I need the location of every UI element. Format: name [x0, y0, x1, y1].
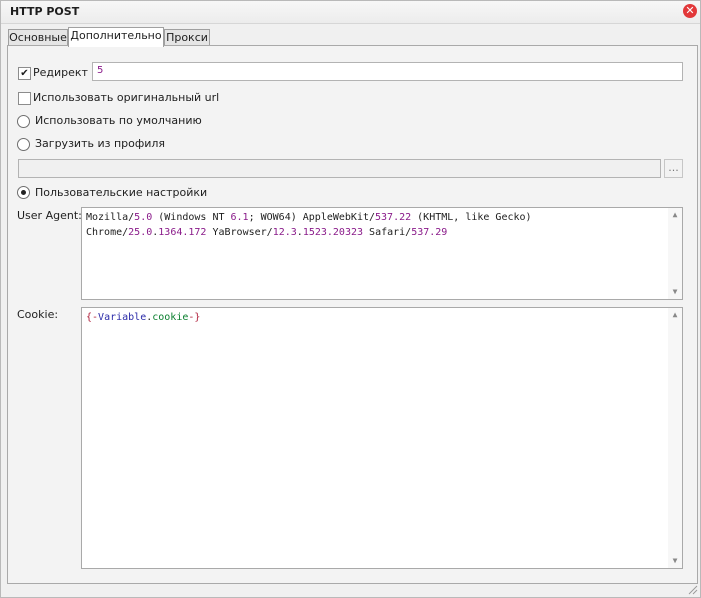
redirect-label: Редирект — [33, 66, 88, 79]
browse-profile-button[interactable]: ... — [664, 159, 683, 178]
redirect-count-value: 5 — [97, 65, 104, 76]
title-bar: HTTP POST ✕ — [1, 1, 700, 24]
user-agent-value: Mozilla/5.0 (Windows NT 6.1; WOW64) Appl… — [86, 212, 532, 238]
chevron-up-icon[interactable]: ▲ — [669, 210, 681, 220]
user-agent-label: User Agent: — [17, 209, 82, 222]
tab-basic[interactable]: Основные — [8, 29, 68, 46]
http-post-dialog: HTTP POST ✕ Основные Дополнительно Прокс… — [0, 0, 701, 598]
close-icon[interactable]: ✕ — [683, 4, 697, 18]
chevron-down-icon[interactable]: ▼ — [669, 287, 681, 297]
redirect-count-input[interactable]: 5 — [92, 62, 683, 81]
cookie-textarea[interactable]: {-Variable.cookie-} ▲ ▼ — [81, 307, 683, 569]
radio-load-from-profile-label: Загрузить из профиля — [35, 137, 166, 150]
radio-load-from-profile[interactable] — [17, 138, 30, 151]
chevron-down-icon[interactable]: ▼ — [669, 556, 681, 566]
chevron-up-icon[interactable]: ▲ — [669, 310, 681, 320]
radio-default-label: Использовать по умолчанию — [35, 114, 202, 127]
user-agent-textarea[interactable]: Mozilla/5.0 (Windows NT 6.1; WOW64) Appl… — [81, 207, 683, 300]
cookie-label: Cookie: — [17, 308, 59, 321]
use-original-url-label: Использовать оригинальный url — [33, 91, 220, 104]
cookie-scrollbar[interactable]: ▲ ▼ — [668, 308, 682, 568]
profile-path-input[interactable] — [18, 159, 661, 178]
cookie-value: {-Variable.cookie-} — [86, 312, 201, 323]
redirect-checkbox[interactable]: ✔ — [18, 67, 31, 80]
window-title: HTTP POST — [10, 5, 80, 18]
tab-proxy[interactable]: Прокси — [164, 29, 210, 46]
advanced-panel: ✔ Редирект 5 Использовать оригинальный u… — [7, 45, 698, 584]
radio-custom-settings[interactable] — [17, 186, 30, 199]
use-original-url-checkbox[interactable] — [18, 92, 31, 105]
tab-advanced[interactable]: Дополнительно — [68, 27, 164, 47]
radio-custom-settings-label: Пользовательские настройки — [35, 186, 208, 199]
radio-default[interactable] — [17, 115, 30, 128]
resize-grip-icon[interactable] — [686, 583, 698, 595]
user-agent-scrollbar[interactable]: ▲ ▼ — [668, 208, 682, 299]
checkmark-icon: ✔ — [20, 68, 29, 79]
